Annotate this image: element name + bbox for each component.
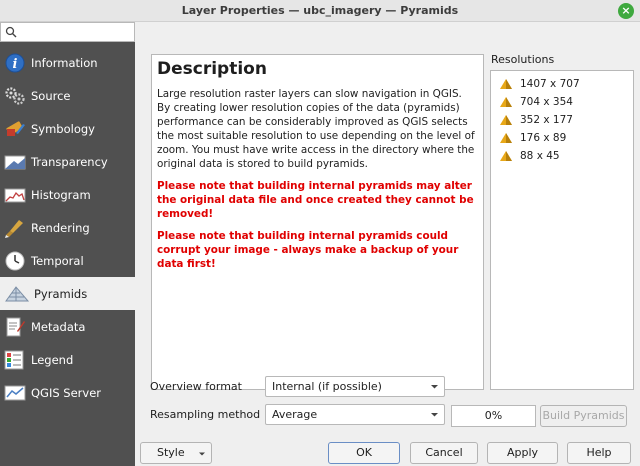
server-icon bbox=[4, 385, 26, 401]
description-text: Large resolution raster layers can slow … bbox=[157, 88, 475, 170]
sidebar-item-pyramids[interactable]: Pyramids bbox=[0, 277, 135, 310]
sidebar-item-metadata[interactable]: Metadata bbox=[0, 310, 135, 343]
title-bar: Layer Properties — ubc_imagery — Pyramid… bbox=[0, 0, 640, 22]
pyramid-icon bbox=[5, 286, 30, 302]
resampling-method-value: Average bbox=[272, 408, 318, 421]
resampling-method-label: Resampling method bbox=[150, 408, 261, 421]
resolution-item[interactable]: 352 x 177 bbox=[495, 111, 629, 129]
overview-format-select[interactable]: Internal (if possible) bbox=[265, 376, 445, 397]
sidebar-item-symbology[interactable]: Symbology bbox=[0, 112, 135, 145]
resolution-item[interactable]: 704 x 354 bbox=[495, 93, 629, 111]
help-button[interactable]: Help bbox=[567, 442, 631, 464]
resolution-item[interactable]: 1407 x 707 bbox=[495, 75, 629, 93]
info-icon: i bbox=[5, 53, 25, 73]
sidebar-item-label: Information bbox=[31, 56, 98, 70]
overview-format-label: Overview format bbox=[150, 380, 242, 393]
chevron-down-icon bbox=[431, 385, 438, 389]
pyramid-icon bbox=[500, 151, 512, 161]
sidebar-item-label: Source bbox=[31, 89, 71, 103]
search-input[interactable] bbox=[0, 22, 135, 42]
sidebar-item-legend[interactable]: Legend bbox=[0, 343, 135, 376]
rendering-icon bbox=[5, 220, 23, 238]
pyramid-icon bbox=[500, 115, 512, 125]
build-pyramids-button[interactable]: Build Pyramids bbox=[540, 405, 627, 427]
transparency-icon bbox=[4, 155, 26, 170]
resampling-method-select[interactable]: Average bbox=[265, 404, 445, 425]
sidebar-item-label: Metadata bbox=[31, 320, 86, 334]
resolutions-label: Resolutions bbox=[491, 53, 555, 66]
sidebar-item-label: Legend bbox=[31, 353, 74, 367]
resolution-item[interactable]: 176 x 89 bbox=[495, 129, 629, 147]
resolution-label: 704 x 354 bbox=[520, 96, 573, 108]
overview-format-value: Internal (if possible) bbox=[272, 380, 382, 393]
sidebar-item-information[interactable]: i Information bbox=[0, 46, 135, 79]
chevron-down-icon bbox=[431, 413, 438, 417]
resolution-label: 1407 x 707 bbox=[520, 78, 580, 90]
cancel-button[interactable]: Cancel bbox=[410, 442, 478, 464]
progress-indicator: 0% bbox=[451, 405, 536, 427]
apply-button[interactable]: Apply bbox=[487, 442, 558, 464]
sidebar-item-qgis-server[interactable]: QGIS Server bbox=[0, 376, 135, 409]
style-button[interactable]: Style bbox=[140, 442, 212, 464]
sidebar-item-label: Histogram bbox=[31, 188, 91, 202]
warning-text-corrupt: Please note that building internal pyram… bbox=[157, 230, 459, 270]
sidebar-item-label: Symbology bbox=[31, 122, 95, 136]
sidebar-item-temporal[interactable]: Temporal bbox=[0, 244, 135, 277]
warning-text-alter: Please note that building internal pyram… bbox=[157, 180, 474, 220]
pyramid-icon bbox=[500, 79, 512, 89]
description-box[interactable]: Description Large resolution raster laye… bbox=[151, 54, 484, 390]
sidebar-item-label: Rendering bbox=[31, 221, 90, 235]
resolutions-list[interactable]: 1407 x 707 704 x 354 352 x 177 176 x 89 … bbox=[490, 70, 634, 390]
svg-text:i: i bbox=[13, 57, 18, 72]
symbology-icon bbox=[6, 121, 25, 136]
resolution-label: 176 x 89 bbox=[520, 132, 567, 144]
histogram-icon bbox=[4, 188, 26, 203]
search-icon bbox=[5, 26, 17, 38]
sidebar-item-source[interactable]: Source bbox=[0, 79, 135, 112]
sidebar-item-histogram[interactable]: Histogram bbox=[0, 178, 135, 211]
legend-icon bbox=[4, 350, 24, 370]
pyramids-panel: Description Large resolution raster laye… bbox=[135, 22, 640, 466]
clock-icon bbox=[5, 251, 25, 271]
sidebar-item-label: Temporal bbox=[31, 254, 84, 268]
sidebar: i Information Source Symbology Transpare… bbox=[0, 22, 135, 466]
description-heading: Description bbox=[157, 59, 267, 79]
sidebar-nav: i Information Source Symbology Transpare… bbox=[0, 46, 135, 409]
pyramid-icon bbox=[500, 133, 512, 143]
resolution-label: 88 x 45 bbox=[520, 150, 560, 162]
resolution-label: 352 x 177 bbox=[520, 114, 573, 126]
sidebar-item-label: QGIS Server bbox=[31, 386, 102, 400]
close-button[interactable]: × bbox=[618, 3, 634, 19]
resolution-item[interactable]: 88 x 45 bbox=[495, 147, 629, 165]
window-title: Layer Properties — ubc_imagery — Pyramid… bbox=[181, 4, 459, 17]
sidebar-item-label: Transparency bbox=[31, 155, 108, 169]
sidebar-item-transparency[interactable]: Transparency bbox=[0, 145, 135, 178]
chevron-down-icon bbox=[199, 452, 205, 456]
metadata-icon bbox=[6, 317, 25, 337]
pyramid-icon bbox=[500, 97, 512, 107]
sidebar-item-label: Pyramids bbox=[34, 287, 88, 301]
source-icon bbox=[5, 87, 25, 105]
ok-button[interactable]: OK bbox=[328, 442, 400, 464]
style-button-label: Style bbox=[157, 446, 185, 459]
sidebar-item-rendering[interactable]: Rendering bbox=[0, 211, 135, 244]
